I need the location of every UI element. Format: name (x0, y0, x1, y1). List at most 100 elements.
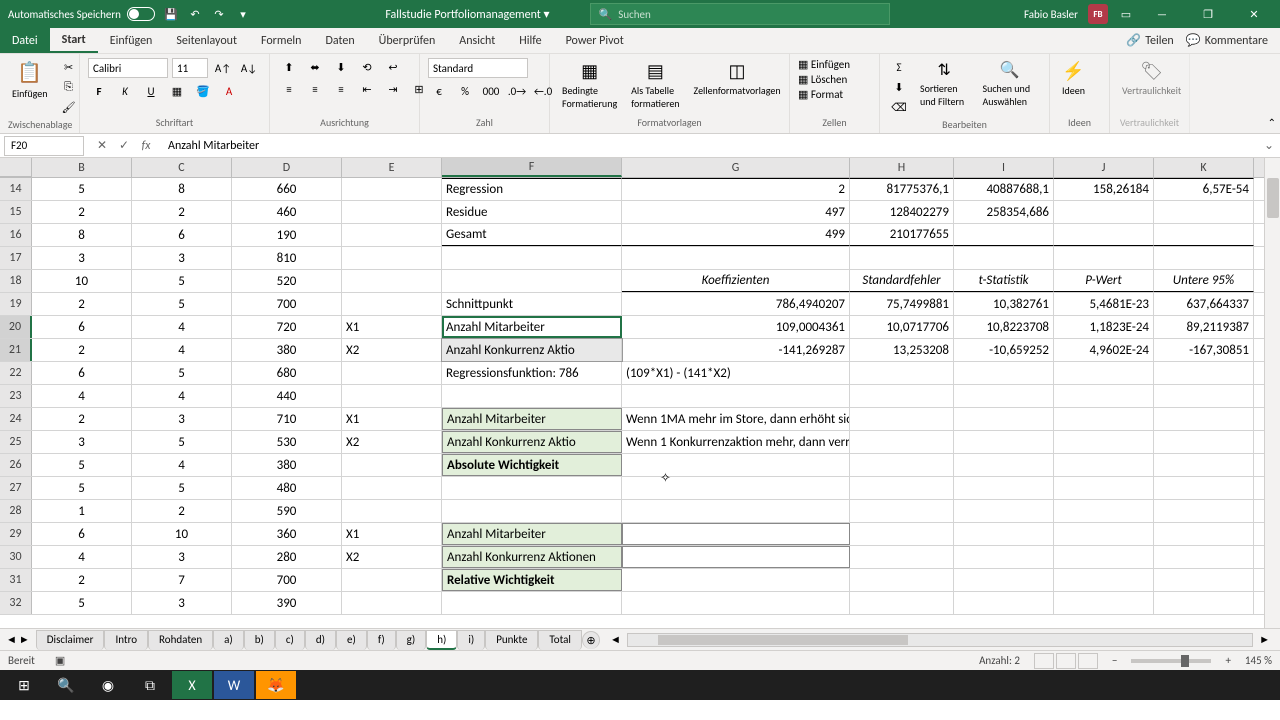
cell[interactable] (954, 431, 1054, 453)
cell[interactable]: 3 (132, 408, 232, 430)
tab-view[interactable]: Ansicht (447, 28, 507, 53)
cell[interactable] (442, 477, 622, 499)
row-header[interactable]: 16 (0, 224, 32, 246)
col-header-H[interactable]: H (850, 158, 954, 177)
cell[interactable]: Anzahl Mitarbeiter (442, 316, 622, 338)
cell-styles-button[interactable]: ◫Zellenformatvorlagen (690, 58, 785, 99)
cell[interactable]: 2 (32, 569, 132, 591)
cell[interactable] (1154, 592, 1254, 614)
ideas-button[interactable]: ⚡Ideen (1058, 58, 1089, 99)
sheet-tab[interactable]: h) (426, 630, 457, 650)
cell[interactable]: 6 (32, 316, 132, 338)
sort-filter-button[interactable]: ⇅Sortieren und Filtern (916, 58, 972, 110)
cell[interactable]: X1 (342, 408, 442, 430)
cell[interactable] (954, 454, 1054, 476)
cell[interactable]: 680 (232, 362, 342, 384)
cell[interactable] (850, 385, 954, 407)
tab-file[interactable]: Datei (0, 28, 50, 53)
cell[interactable] (442, 247, 622, 269)
row-header[interactable]: 30 (0, 546, 32, 568)
as-table-button[interactable]: ▤Als Tabelle formatieren (627, 58, 683, 112)
cell[interactable] (850, 569, 954, 591)
cell[interactable] (342, 385, 442, 407)
cell[interactable] (442, 385, 622, 407)
orientation-icon[interactable]: ⟲ (356, 58, 378, 76)
font-select[interactable] (88, 58, 168, 78)
wrap-icon[interactable]: ↩ (382, 58, 404, 76)
view-normal-button[interactable] (1034, 653, 1054, 669)
cell[interactable]: 3 (132, 592, 232, 614)
row-header[interactable]: 21 (0, 339, 32, 361)
col-header-E[interactable]: E (342, 158, 442, 177)
row-header[interactable]: 25 (0, 431, 32, 453)
row-header[interactable]: 15 (0, 201, 32, 223)
redo-icon[interactable]: ↷ (211, 6, 227, 22)
cell[interactable] (850, 477, 954, 499)
user-avatar[interactable]: FB (1088, 4, 1108, 24)
cell[interactable] (442, 592, 622, 614)
cell[interactable] (1154, 546, 1254, 568)
cell[interactable] (1054, 546, 1154, 568)
cell[interactable] (622, 385, 850, 407)
cell[interactable]: 530 (232, 431, 342, 453)
fill-color-button[interactable]: 🪣 (192, 82, 214, 100)
minimize-button[interactable]: — (1144, 0, 1180, 28)
cell[interactable]: 280 (232, 546, 342, 568)
copy-icon[interactable]: ⎘ (58, 78, 80, 96)
select-all-corner[interactable] (0, 158, 32, 177)
cell[interactable]: 5 (132, 477, 232, 499)
cell[interactable]: 109,0004361 (622, 316, 850, 338)
tab-start[interactable]: Start (50, 28, 98, 53)
cell[interactable]: 2 (32, 201, 132, 223)
save-icon[interactable]: 💾 (163, 6, 179, 22)
sheet-tab[interactable]: Rohdaten (148, 630, 213, 650)
cell[interactable]: Wenn 1MA mehr im Store, dann erhöht sich… (622, 408, 850, 430)
cell[interactable]: t-Statistik (954, 270, 1054, 292)
indent-inc-icon[interactable]: ⇥ (382, 80, 404, 98)
cell[interactable] (342, 224, 442, 246)
cell[interactable]: 520 (232, 270, 342, 292)
cell[interactable] (954, 247, 1054, 269)
cell[interactable] (850, 362, 954, 384)
cell[interactable] (342, 454, 442, 476)
row-header[interactable]: 22 (0, 362, 32, 384)
cell[interactable]: 3 (132, 546, 232, 568)
cell[interactable] (342, 270, 442, 292)
cell[interactable] (954, 500, 1054, 522)
view-pagelayout-button[interactable] (1056, 653, 1076, 669)
cell[interactable]: 8 (132, 178, 232, 200)
borders-button[interactable]: ▦ (166, 82, 188, 100)
cell[interactable]: 460 (232, 201, 342, 223)
cell[interactable]: 710 (232, 408, 342, 430)
tab-pivot[interactable]: Power Pivot (554, 28, 636, 53)
comments-button[interactable]: 💬 Kommentare (1186, 33, 1268, 48)
tab-formulas[interactable]: Formeln (249, 28, 313, 53)
qa-more-icon[interactable]: ▾ (235, 6, 251, 22)
cell[interactable]: 81775376,1 (850, 178, 954, 200)
cell[interactable]: 360 (232, 523, 342, 545)
cell[interactable]: -10,659252 (954, 339, 1054, 361)
italic-button[interactable]: K (114, 82, 136, 100)
sheet-tab[interactable]: Disclaimer (36, 630, 105, 650)
cell[interactable]: Anzahl Mitarbeiter (442, 523, 622, 545)
cell[interactable]: 190 (232, 224, 342, 246)
view-pagebreak-button[interactable] (1078, 653, 1098, 669)
cell[interactable]: 637,664337 (1154, 293, 1254, 315)
formula-input[interactable]: Anzahl Mitarbeiter (160, 139, 1258, 153)
task-excel-icon[interactable]: X (172, 671, 212, 699)
cell[interactable]: 4 (32, 385, 132, 407)
cell[interactable]: X2 (342, 546, 442, 568)
close-button[interactable]: ✕ (1236, 0, 1272, 28)
cell[interactable]: 4 (32, 546, 132, 568)
cell[interactable] (622, 500, 850, 522)
cell[interactable] (954, 362, 1054, 384)
inc-dec-icon[interactable]: .0→ (506, 82, 528, 100)
confirm-formula-icon[interactable]: ✓ (114, 137, 134, 155)
cell[interactable]: 2 (132, 201, 232, 223)
cell[interactable] (1154, 224, 1254, 246)
cell[interactable] (622, 569, 850, 591)
cell[interactable] (1054, 431, 1154, 453)
cell[interactable]: 2 (132, 500, 232, 522)
cell[interactable]: 6 (32, 362, 132, 384)
cell[interactable]: 5 (132, 270, 232, 292)
